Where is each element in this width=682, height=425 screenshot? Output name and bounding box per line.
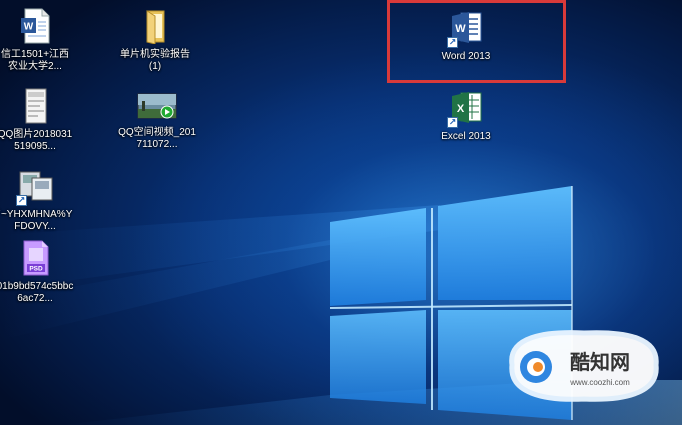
desktop-icon-label: QQ图片2018031519095... <box>0 129 73 152</box>
desktop-icon-image[interactable]: QQ图片2018031519095... <box>0 88 74 153</box>
image-file-icon <box>18 88 52 124</box>
desktop-icon-psd[interactable]: PSD 01b9bd574c5bbc6ac72... <box>0 240 74 305</box>
desktop-icon-label: QQ空间视频_201711072... <box>118 127 196 150</box>
word-doc-icon: W <box>18 8 52 44</box>
desktop-icon-video[interactable]: QQ空间视频_201711072... <box>116 92 198 151</box>
desktop-icon-excel-2013[interactable]: X ↗ Excel 2013 <box>426 90 506 143</box>
psd-file-icon: PSD <box>18 240 52 276</box>
desktop-icon-label: 01b9bd574c5bbc6ac72... <box>0 281 74 304</box>
video-file-icon <box>137 92 177 122</box>
watermark-url: www.coozhi.com <box>569 378 630 387</box>
folder-icon <box>138 8 172 45</box>
shortcut-arrow-icon: ↗ <box>16 195 27 206</box>
svg-text:PSD: PSD <box>29 266 43 273</box>
desktop-icon-folder[interactable]: 单片机实验报告 (1) <box>116 8 194 73</box>
shortcut-arrow-icon: ↗ <box>447 117 458 128</box>
desktop-icon-label: `~YHXMHNA%YFDOVY... <box>0 209 73 232</box>
desktop-icon-label: Excel 2013 <box>441 131 491 142</box>
excel-2013-icon: X ↗ <box>447 90 483 128</box>
svg-text:W: W <box>24 22 34 33</box>
desktop[interactable]: W 信工1501+江西农业大学2... 单片机实验报告 (1) W ↗ Word… <box>0 0 682 425</box>
desktop-icon-label: 信工1501+江西农业大学2... <box>0 49 70 72</box>
highlight-box <box>387 0 566 83</box>
app-shortcut-icon: ↗ <box>16 168 53 206</box>
desktop-icon-app[interactable]: ↗ `~YHXMHNA%YFDOVY... <box>0 168 74 233</box>
desktop-icon-label: 单片机实验报告 (1) <box>120 49 190 72</box>
desktop-icon-word-document[interactable]: W 信工1501+江西农业大学2... <box>0 8 74 73</box>
watermark-brand: 酷知网 <box>570 350 630 374</box>
coozhi-watermark: 酷知网 www.coozhi.com <box>504 325 662 405</box>
svg-text:X: X <box>457 103 465 115</box>
